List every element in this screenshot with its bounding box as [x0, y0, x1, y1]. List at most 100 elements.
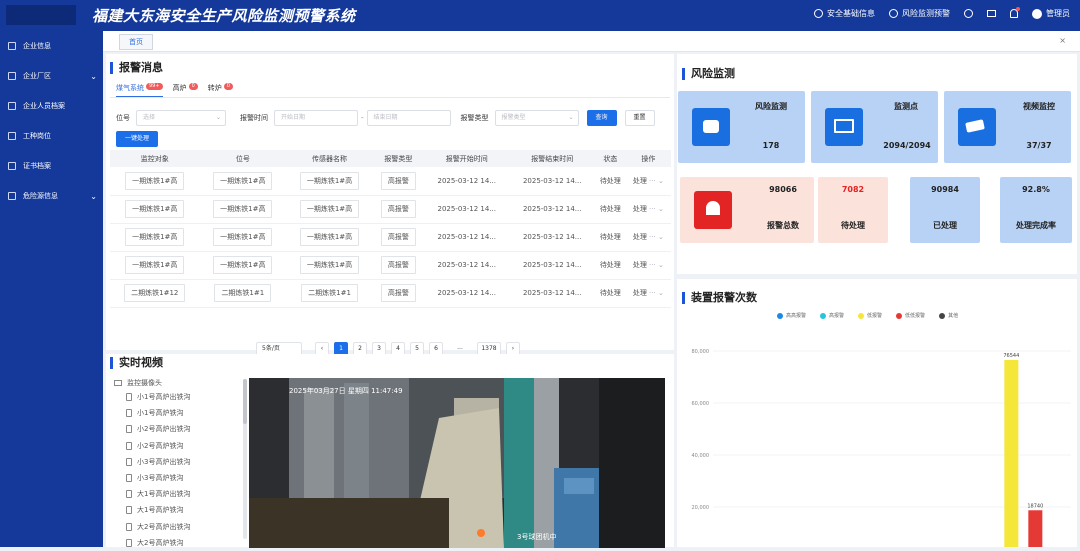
column-header: 位号: [199, 150, 286, 167]
table-row: 一期炼铁1#高一期炼铁1#高一期炼铁1#高高报警2025-03-12 14...…: [110, 195, 671, 223]
sidebar-item-company-info[interactable]: 企业信息: [0, 31, 103, 61]
table-row: 一期炼铁1#高一期炼铁1#高一期炼铁1#高高报警2025-03-12 14...…: [110, 167, 671, 195]
column-header: 监控对象: [110, 150, 199, 167]
chevron-down-icon: ⌄: [216, 111, 221, 125]
subtab-label: 煤气系统: [116, 84, 144, 92]
table-cell: 待处理: [595, 223, 626, 251]
card-label: 视频监控: [1010, 101, 1068, 112]
subtab-label: 高炉: [173, 84, 187, 92]
video-camera-name: 3号球团机中: [517, 532, 556, 542]
stat-value: 98066: [756, 185, 810, 194]
sidebar-item-certificates[interactable]: 证书档案: [0, 151, 103, 181]
sidebar-item-factory-area[interactable]: 企业厂区⌄: [0, 61, 103, 91]
batch-process-button[interactable]: 一键处理: [116, 131, 158, 147]
camera-tree: 监控摄像头 小1号高炉出铁沟小1号高炉铁沟小2号高炉出铁沟小2号高炉铁沟小3号高…: [114, 376, 254, 551]
monitor-icon: [825, 108, 863, 146]
sidebar-item-job-positions[interactable]: 工种岗位: [0, 121, 103, 151]
table-cell: 2025-03-12 14...: [424, 223, 509, 251]
subtab-blast-furnace[interactable]: 高炉0: [173, 83, 198, 98]
table-header-row: 监控对象 位号 传感器名称 报警类型 报警开始时间 报警结束时间 状态 操作: [110, 150, 671, 167]
more-icon[interactable]: ··· ⌄: [647, 177, 664, 185]
nav-link-safety-info[interactable]: 安全基础信息: [814, 8, 875, 19]
processed-card[interactable]: 90984 已处理: [910, 177, 980, 243]
risk-panel: 风险监测 风险监测 178 监测点 2094/2094 视频监控 37/37 9…: [677, 54, 1077, 274]
camera-item[interactable]: 小1号高炉出铁沟: [114, 389, 254, 405]
tab-home[interactable]: 首页: [119, 34, 153, 50]
process-link[interactable]: 处理 ··· ⌄: [626, 195, 671, 223]
camera-item[interactable]: 小2号高炉出铁沟: [114, 421, 254, 437]
sidebar-item-label: 企业人员档案: [23, 101, 65, 111]
alarm-filter-bar: 位号 选择⌄ 报警时间 开始日期 - 结束日期 报警类型 报警类型⌄ 查询 重置: [116, 109, 671, 127]
tree-root[interactable]: 监控摄像头: [114, 376, 254, 389]
camera-item[interactable]: 小3号高炉铁沟: [114, 470, 254, 486]
reset-button[interactable]: 重置: [625, 110, 655, 126]
video-monitor-card[interactable]: 视频监控 37/37: [944, 91, 1071, 163]
more-icon[interactable]: ··· ⌄: [647, 205, 664, 213]
more-icon[interactable]: ··· ⌄: [647, 233, 664, 241]
sidebar-item-hazard-info[interactable]: 危险源信息⌄: [0, 181, 103, 211]
sidebar-item-staff-archive[interactable]: 企业人员档案: [0, 91, 103, 121]
end-date-input[interactable]: 结束日期: [367, 110, 451, 126]
bar-chart: 020,00040,00060,00080,00000299867104炼钢生产…: [677, 279, 1077, 547]
notification-dot: [1016, 7, 1020, 11]
pending-card[interactable]: 7082 待处理: [818, 177, 888, 243]
scroll-thumb[interactable]: [243, 379, 247, 424]
camera-item[interactable]: 大2号高炉铁沟: [114, 535, 254, 551]
process-link-label[interactable]: 处理: [633, 233, 647, 241]
camera-label: 大2号高炉铁沟: [137, 538, 183, 548]
alarm-type-select[interactable]: 报警类型⌄: [495, 110, 579, 126]
nav-link-risk-warning[interactable]: 风险监测预警: [889, 8, 950, 19]
position-select[interactable]: 选择⌄: [136, 110, 226, 126]
chevron-down-icon: ⌄: [90, 192, 97, 201]
process-link-label[interactable]: 处理: [633, 205, 647, 213]
cell-value: 高报警: [381, 256, 416, 274]
user-icon: [8, 102, 16, 110]
divider: [110, 97, 670, 98]
table-cell: 2025-03-12 14...: [424, 167, 509, 195]
message-button[interactable]: [987, 10, 996, 17]
notification-button[interactable]: [1010, 9, 1018, 18]
camera-item[interactable]: 小1号高炉铁沟: [114, 405, 254, 421]
camera-item[interactable]: 大1号高炉出铁沟: [114, 486, 254, 502]
user-menu[interactable]: 管理员: [1032, 8, 1070, 19]
camera-label: 小3号高炉铁沟: [137, 473, 183, 483]
settings-button[interactable]: [964, 9, 973, 18]
cell-value: 一期炼铁1#高: [125, 228, 184, 246]
completion-rate-card[interactable]: 92.8% 处理完成率: [1000, 177, 1072, 243]
alarm-chart-panel: 装置报警次数 高高报警高报警低报警低低报警其他 020,00040,00060,…: [677, 279, 1077, 547]
camera-label: 小2号高炉出铁沟: [137, 424, 190, 434]
card-label: 监测点: [877, 101, 935, 112]
cell-value: 二期炼铁1#1: [301, 284, 358, 302]
process-link[interactable]: 处理 ··· ⌄: [626, 251, 671, 279]
more-icon[interactable]: ··· ⌄: [647, 289, 664, 297]
table-cell: 一期炼铁1#高: [286, 223, 373, 251]
camera-item[interactable]: 大2号高炉出铁沟: [114, 519, 254, 535]
total-alarms-card[interactable]: 98066 报警总数: [680, 177, 814, 243]
briefcase-icon: [8, 132, 16, 140]
query-button[interactable]: 查询: [587, 110, 617, 126]
subtab-gas-system[interactable]: 煤气系统99+: [116, 83, 163, 98]
monitor-point-card[interactable]: 监测点 2094/2094: [811, 91, 938, 163]
process-link[interactable]: 处理 ··· ⌄: [626, 223, 671, 251]
table-cell: 一期炼铁1#高: [286, 251, 373, 279]
process-link-label[interactable]: 处理: [633, 289, 647, 297]
column-header: 传感器名称: [286, 150, 373, 167]
more-icon[interactable]: ··· ⌄: [647, 261, 664, 269]
tree-scrollbar[interactable]: [243, 379, 247, 539]
start-date-input[interactable]: 开始日期: [274, 110, 358, 126]
video-player[interactable]: 2025年03月27日 星期四 11:47:49 3号球团机中: [249, 378, 665, 548]
cell-value: 一期炼铁1#高: [300, 200, 359, 218]
camera-item[interactable]: 大1号高炉铁沟: [114, 502, 254, 518]
camera-item[interactable]: 小3号高炉出铁沟: [114, 454, 254, 470]
close-icon[interactable]: ×: [1059, 36, 1066, 45]
camera-item[interactable]: 小2号高炉铁沟: [114, 438, 254, 454]
process-link[interactable]: 处理 ··· ⌄: [626, 167, 671, 195]
table-cell: 二期炼铁1#1: [199, 279, 286, 307]
logo: [6, 5, 76, 25]
process-link[interactable]: 处理 ··· ⌄: [626, 279, 671, 307]
risk-card[interactable]: 风险监测 178: [678, 91, 805, 163]
table-cell: 一期炼铁1#高: [110, 195, 199, 223]
process-link-label[interactable]: 处理: [633, 177, 647, 185]
subtab-converter[interactable]: 转炉0: [208, 83, 233, 98]
process-link-label[interactable]: 处理: [633, 261, 647, 269]
